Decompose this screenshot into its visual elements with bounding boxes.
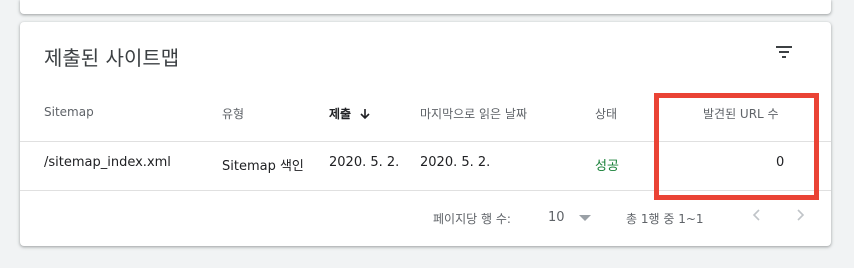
arrow-down-icon [360,108,370,119]
cell-status: 성공 [595,159,619,174]
rows-per-page-value: 10 [548,210,565,225]
filter-button[interactable] [770,38,798,66]
pagination-range: 총 1행 중 1~1 [626,212,704,226]
cell-sitemap[interactable]: /sitemap_index.xml [44,155,171,170]
chevron-down-icon [578,214,591,221]
header-submitted-label: 제출 [329,107,352,121]
header-divider [20,141,831,142]
header-status[interactable]: 상태 [595,105,617,122]
header-last-read[interactable]: 마지막으로 읽은 날짜 [420,105,527,122]
header-submitted[interactable]: 제출 [329,105,371,122]
chevron-right-icon [797,209,805,221]
header-type[interactable]: 유형 [222,105,244,122]
filter-icon [776,46,792,58]
cell-type: Sitemap 색인 [222,159,304,174]
rows-per-page-label: 페이지당 행 수: [433,212,511,226]
card-title: 제출된 사이트맵 [44,46,180,70]
header-sitemap[interactable]: Sitemap [44,105,94,119]
header-discovered-urls[interactable]: 발견된 URL 수 [703,105,779,122]
next-page-button[interactable] [790,203,810,227]
chevron-left-icon [752,209,760,221]
cell-last-read: 2020. 5. 2. [420,155,491,170]
submitted-sitemaps-card: 제출된 사이트맵 Sitemap 유형 제출 마지막으로 읽은 날짜 상태 발견… [20,22,831,246]
cell-submitted: 2020. 5. 2. [329,155,400,170]
row-divider [20,190,831,191]
previous-card-edge [20,0,831,14]
cell-discovered-urls: 0 [776,155,785,170]
prev-page-button[interactable] [747,203,767,227]
rows-per-page-select[interactable]: 10 [548,210,591,225]
